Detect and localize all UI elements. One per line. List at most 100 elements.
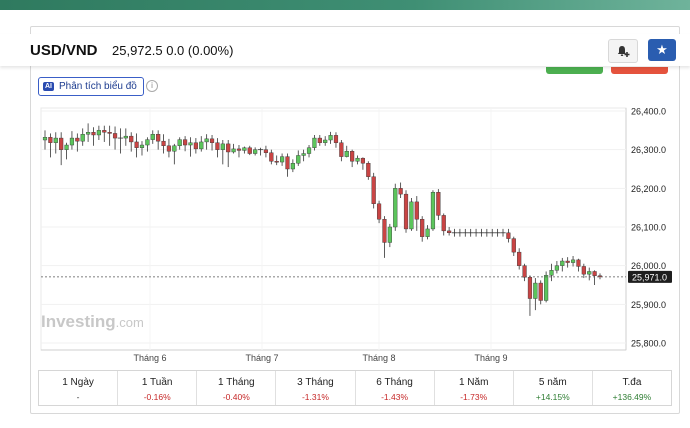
candle-up	[69, 137, 75, 146]
candle-down	[371, 176, 376, 205]
candle-up	[253, 149, 258, 154]
candle-down	[209, 138, 215, 143]
candle	[371, 172, 376, 209]
candle-up	[430, 191, 436, 230]
candle-up	[549, 270, 554, 276]
candle-up	[296, 155, 301, 164]
period-label: 1 Tuần	[141, 377, 173, 388]
y-tick-label: 26,200.0	[631, 184, 666, 194]
candle-down	[102, 130, 107, 133]
candle-down	[193, 142, 198, 150]
x-tick-label: Tháng 8	[362, 353, 395, 363]
candle-up	[387, 226, 392, 243]
candle-up	[150, 133, 155, 140]
candle	[393, 183, 398, 231]
candle-up	[199, 141, 204, 150]
instrument-title: USD/VND	[30, 42, 98, 59]
y-tick-label: 26,000.0	[631, 261, 666, 271]
period-change: -1.43%	[381, 392, 409, 402]
candle	[409, 198, 414, 231]
candle-up	[220, 143, 225, 150]
candle-down	[134, 141, 139, 148]
period-cell[interactable]: 5 năm +14.15%	[514, 371, 593, 405]
candle-up	[86, 132, 91, 135]
current-price-label: 25,971.0	[632, 272, 667, 282]
period-label: 1 Tháng	[218, 377, 255, 388]
candle-down	[269, 152, 274, 162]
period-change: -1.73%	[460, 392, 488, 402]
candle-down	[274, 161, 279, 163]
candle-down	[403, 193, 409, 230]
period-cell[interactable]: 1 Năm -1.73%	[435, 371, 514, 405]
candle-down	[263, 149, 269, 153]
candle-up	[301, 153, 306, 156]
candle-up	[139, 144, 145, 148]
candle-down	[420, 219, 425, 237]
period-label: T.đa	[622, 377, 642, 388]
period-label: 3 Tháng	[297, 377, 334, 388]
period-change: +14.15%	[535, 392, 570, 402]
period-label: 6 Tháng	[376, 377, 413, 388]
candle-up	[204, 138, 209, 143]
watchlist-button[interactable]: ★	[648, 39, 676, 61]
candle-down	[398, 188, 403, 195]
candle-up	[560, 260, 565, 266]
period-cell[interactable]: 1 Tuần -0.16%	[118, 371, 198, 405]
candle-up	[393, 188, 398, 228]
candle-down	[317, 137, 322, 143]
candle-down	[592, 271, 597, 276]
period-label: 5 năm	[538, 377, 567, 388]
candle-up	[355, 157, 360, 162]
candle-up	[306, 147, 312, 154]
period-cell[interactable]: 6 Tháng -1.43%	[356, 371, 435, 405]
y-tick-label: 26,400.0	[631, 107, 666, 117]
candle-down	[360, 157, 365, 164]
candle-down	[511, 238, 516, 253]
candle-up	[96, 130, 101, 136]
candle-up	[425, 228, 430, 237]
candle-up	[409, 201, 414, 230]
candle-down	[517, 251, 522, 266]
candle	[430, 190, 436, 231]
candle	[544, 271, 549, 303]
period-cell[interactable]: 1 Ngày -	[39, 371, 119, 405]
period-label: 1 Năm	[458, 377, 489, 388]
candle-up	[554, 265, 559, 271]
candle-down	[576, 259, 581, 267]
star-icon: ★	[656, 42, 668, 57]
candle-up	[53, 137, 58, 143]
plot-area	[40, 107, 627, 351]
y-tick-label: 26,100.0	[631, 223, 666, 233]
candle-down	[129, 135, 134, 143]
candle-up	[188, 142, 193, 146]
period-cell[interactable]: T.đa +136.49%	[593, 371, 671, 405]
candle-down	[112, 133, 118, 139]
period-cell[interactable]: 1 Tháng -0.40%	[197, 371, 277, 405]
candle-down	[565, 260, 570, 263]
period-change: -0.40%	[222, 392, 250, 402]
candle-up	[570, 259, 576, 263]
y-tick-label: 25,800.0	[631, 339, 666, 349]
bell-plus-icon	[617, 46, 630, 57]
y-tick-label: 25,900.0	[631, 300, 666, 310]
period-change: +136.49%	[612, 392, 652, 402]
candle-up	[80, 133, 85, 142]
candle-down	[226, 143, 231, 153]
candle-down	[339, 142, 344, 157]
candle-up	[64, 144, 69, 150]
alert-button[interactable]	[608, 39, 638, 63]
performance-periods: 1 Ngày - 1 Tuần -0.16% 1 Tháng -0.40% 3 Tháng -…	[38, 370, 672, 406]
candle-down	[414, 201, 419, 220]
candle-down	[75, 137, 80, 142]
period-change: -	[76, 392, 80, 402]
period-change: -0.16%	[143, 392, 171, 402]
candle-up	[280, 156, 285, 163]
candle-down	[506, 232, 511, 239]
candle-down	[166, 145, 172, 152]
candle-up	[323, 139, 328, 143]
period-cell[interactable]: 3 Tháng -1.31%	[276, 371, 356, 405]
candle-down	[527, 277, 533, 299]
candle-up	[587, 271, 592, 275]
candle-down	[215, 142, 220, 150]
candle-up	[177, 139, 182, 146]
